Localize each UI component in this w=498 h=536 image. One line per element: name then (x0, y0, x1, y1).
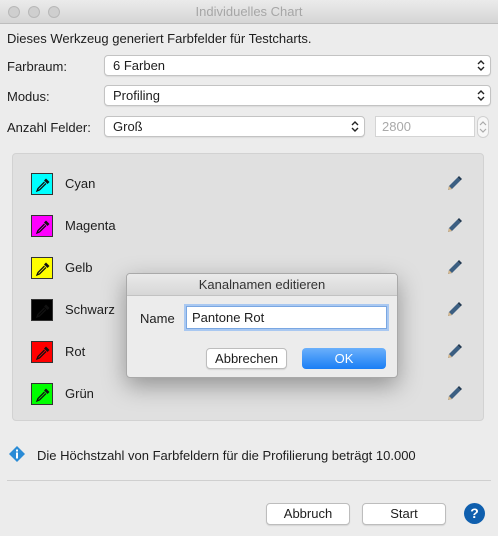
channel-name: Grün (65, 386, 94, 401)
color-swatch-button[interactable] (31, 257, 53, 279)
color-swatch-button[interactable] (31, 173, 53, 195)
edit-pencil-icon[interactable] (444, 342, 464, 365)
farbraum-value: 6 Farben (113, 58, 166, 73)
edit-pencil-icon[interactable] (444, 216, 464, 239)
name-input[interactable]: Pantone Rot (186, 306, 387, 329)
modus-select[interactable]: Profiling (104, 85, 491, 106)
channel-row: Magenta (31, 215, 471, 237)
channel-name: Schwarz (65, 302, 115, 317)
modus-value: Profiling (113, 88, 160, 103)
select-arrows-icon (477, 60, 485, 71)
channel-row: Grün (31, 383, 471, 405)
anzahl-value: Groß (113, 119, 143, 134)
color-swatch-button[interactable] (31, 383, 53, 405)
channel-name: Magenta (65, 218, 116, 233)
channel-name: Cyan (65, 176, 96, 191)
edit-pencil-icon[interactable] (444, 300, 464, 323)
info-text: Die Höchstzahl von Farbfeldern für die P… (37, 448, 416, 463)
intro-text: Dieses Werkzeug generiert Farbfelder für… (7, 31, 312, 46)
color-swatch-button[interactable] (31, 215, 53, 237)
farbraum-select[interactable]: 6 Farben (104, 55, 491, 76)
dialog-title: Kanalnamen editieren (127, 274, 397, 296)
edit-pencil-icon[interactable] (444, 258, 464, 281)
dialog-ok-button[interactable]: OK (302, 348, 386, 369)
help-button[interactable]: ? (464, 503, 485, 524)
select-arrows-icon (351, 121, 359, 132)
modus-label: Modus: (7, 89, 50, 104)
rename-channel-dialog: Kanalnamen editieren Name Pantone Rot Ab… (126, 273, 398, 378)
edit-pencil-icon[interactable] (444, 174, 464, 197)
stepper-arrows-icon (479, 121, 487, 133)
anzahl-label: Anzahl Felder: (7, 120, 91, 135)
start-button[interactable]: Start (362, 503, 446, 525)
channel-name: Rot (65, 344, 86, 359)
window-title: Individuelles Chart (195, 4, 303, 19)
color-swatch-button[interactable] (31, 341, 53, 363)
farbraum-label: Farbraum: (7, 59, 67, 74)
anzahl-stepper[interactable] (477, 116, 489, 138)
color-swatch-button[interactable] (31, 299, 53, 321)
edit-pencil-icon[interactable] (444, 384, 464, 407)
abbruch-button[interactable]: Abbruch (266, 503, 350, 525)
select-arrows-icon (477, 90, 485, 101)
channel-row: Cyan (31, 173, 471, 195)
dialog-cancel-button[interactable]: Abbrechen (206, 348, 287, 369)
channel-name: Gelb (65, 260, 93, 275)
anzahl-number-field[interactable]: 2800 (375, 116, 475, 137)
info-icon (9, 446, 25, 465)
title-bar: Individuelles Chart (0, 0, 498, 24)
divider (7, 480, 491, 481)
anzahl-select[interactable]: Groß (104, 116, 365, 137)
name-label: Name (140, 311, 175, 326)
